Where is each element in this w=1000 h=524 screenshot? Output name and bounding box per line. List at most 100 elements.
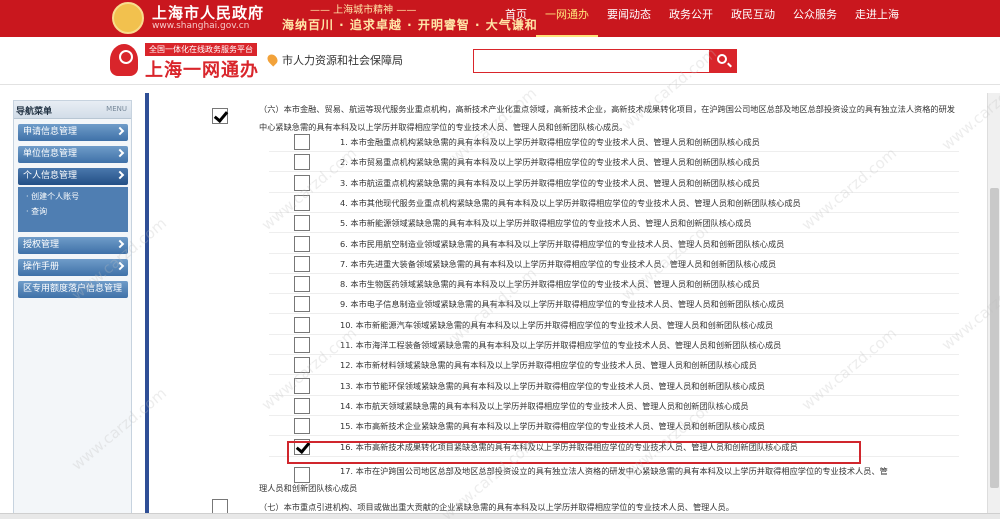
city-spirit-title: —— 上海城市精神 ——	[310, 5, 417, 16]
item17-text-line1: 17. 本市在沪跨国公司地区总部及地区总部投资设立的具有独立法人资格的研发中心紧…	[340, 466, 888, 476]
platform-tag: 全国一体化在线政务服务平台	[145, 43, 257, 56]
item-checkbox[interactable]	[294, 377, 310, 394]
personal-info-submenu: · 创建个人账号 · 查询	[18, 187, 128, 232]
item17-text-line2: 理人员和创新团队核心成员	[259, 483, 358, 493]
sidebar-item-authorization[interactable]: 授权管理	[18, 237, 128, 254]
nav-interaction[interactable]: 政民互动	[722, 0, 784, 37]
nav-home[interactable]: 首页	[496, 0, 536, 37]
sidebar-item-personal-info[interactable]: 个人信息管理	[18, 168, 128, 185]
section7-text: （七）本市重点引进机构、项目或做出重大贡献的企业紧缺急需的具有本科及以上学历并取…	[259, 502, 734, 512]
row-divider	[269, 232, 959, 234]
row-divider	[269, 374, 959, 376]
chevron-right-icon	[115, 148, 125, 158]
nav-public-service[interactable]: 公众服务	[784, 0, 846, 37]
item-checkbox[interactable]	[294, 255, 310, 272]
row-divider	[269, 211, 959, 213]
row-divider	[269, 272, 959, 274]
row-divider	[269, 435, 959, 437]
item-checkbox[interactable]	[294, 316, 310, 333]
section6-checkbox[interactable]	[212, 108, 228, 124]
chevron-right-icon	[115, 239, 125, 249]
item-checkbox[interactable]	[294, 276, 310, 293]
department-name[interactable]: 市人力资源和社会保障局	[282, 52, 403, 68]
sidebar-item-label: 单位信息管理	[23, 149, 78, 159]
sidebar-item-district-quota[interactable]: 区专用额度落户信息管理	[18, 281, 128, 298]
sidebar-title: 导航菜单	[16, 107, 53, 117]
item-checkbox[interactable]	[294, 215, 310, 232]
sidebar-item-label: 操作手册	[23, 262, 60, 272]
search-button[interactable]	[709, 49, 737, 73]
item-text: 13. 本市节能环保领域紧缺急需的具有本科及以上学历并取得相应学位的专业技术人员…	[340, 380, 765, 391]
row-divider	[269, 313, 959, 315]
sidebar-item-company-info[interactable]: 单位信息管理	[18, 146, 128, 163]
nav-news[interactable]: 要闻动态	[598, 0, 660, 37]
row-divider	[269, 333, 959, 335]
row-divider	[269, 354, 959, 355]
item-checkbox[interactable]	[294, 134, 310, 150]
sidebar-item-label: 授权管理	[23, 240, 60, 250]
row-divider	[269, 171, 959, 173]
item-text: 15. 本市高新技术企业紧缺急需的具有本科及以上学历并取得相应学位的专业技术人员…	[340, 421, 765, 432]
item-text: 7. 本市先进重大装备领域紧缺急需的具有本科及以上学历并取得相应学位的专业技术人…	[340, 258, 777, 269]
sidebar-header: 导航菜单 MENU	[14, 101, 131, 119]
sidebar-item-label: 区专用额度落户信息管理	[23, 284, 123, 294]
chevron-right-icon	[115, 126, 125, 136]
item-checkbox[interactable]	[294, 194, 310, 211]
sidebar: 导航菜单 MENU 申请信息管理 单位信息管理 个人信息管理 · 创建个人账号 …	[13, 100, 132, 519]
chevron-right-icon	[115, 170, 125, 180]
section6-text: （六）本市金融、贸易、航运等现代服务业重点机构，高新技术产业化重点领域，高新技术…	[259, 104, 955, 132]
item-text: 8. 本市生物医药领域紧缺急需的具有本科及以上学历并取得相应学位的专业技术人员、…	[340, 279, 760, 290]
yiwangtongban-logo-icon[interactable]	[110, 44, 138, 76]
item-checkbox[interactable]	[294, 154, 310, 171]
portal-name[interactable]: 上海一网通办	[145, 56, 259, 82]
gov-banner: 上海市人民政府 www.shanghai.gov.cn —— 上海城市精神 ——…	[0, 0, 1000, 37]
sidebar-title-en: MENU	[106, 105, 127, 113]
location-pin-icon	[265, 52, 280, 67]
submenu-query[interactable]: · 查询	[18, 204, 128, 219]
item-checkbox[interactable]	[294, 397, 310, 414]
item-text: 12. 本市新材料领域紧缺急需的具有本科及以上学历并取得相应学位的专业技术人员、…	[340, 360, 757, 371]
vertical-scrollbar[interactable]	[987, 93, 1000, 519]
item-checkbox[interactable]	[294, 235, 310, 252]
item-checkbox[interactable]	[294, 296, 310, 313]
item-text: 6. 本市民用航空制造业领域紧缺急需的具有本科及以上学历并取得相应学位的专业技术…	[340, 238, 785, 249]
nav-yiwangtongban[interactable]: 一网通办	[536, 0, 598, 37]
item-text: 1. 本市金融重点机构紧缺急需的具有本科及以上学历并取得相应学位的专业技术人员、…	[340, 137, 760, 147]
gov-url: www.shanghai.gov.cn	[152, 21, 250, 31]
sidebar-item-application-info[interactable]: 申请信息管理	[18, 124, 128, 141]
item-text: 11. 本市海洋工程装备领域紧缺急需的具有本科及以上学历并取得相应学位的专业技术…	[340, 340, 782, 350]
item-checkbox[interactable]	[294, 357, 310, 374]
item17-checkbox[interactable]	[294, 467, 310, 483]
sidebar-item-label: 个人信息管理	[23, 171, 78, 181]
row-divider	[269, 414, 959, 416]
item-checkbox[interactable]	[294, 174, 310, 191]
row-divider	[269, 293, 959, 295]
portal-header: 全国一体化在线政务服务平台 上海一网通办 市人力资源和社会保障局	[0, 37, 1000, 85]
item-text: 4. 本市其他现代服务业重点机构紧缺急需的具有本科及以上学历并取得相应学位的专业…	[340, 197, 801, 208]
search-icon	[717, 54, 727, 64]
search-input[interactable]	[473, 49, 709, 73]
gov-title[interactable]: 上海市人民政府	[152, 2, 264, 23]
selected-item-highlight	[287, 441, 861, 464]
row-divider	[269, 394, 959, 396]
item-checkbox[interactable]	[294, 418, 310, 435]
sidebar-item-manual[interactable]: 操作手册	[18, 259, 128, 276]
item-text: 5. 本市新能源领域紧缺急需的具有本科及以上学历并取得相应学位的专业技术人员、管…	[340, 218, 752, 229]
submenu-create-account[interactable]: · 创建个人账号	[18, 189, 128, 204]
item-text: 2. 本市贸易重点机构紧缺急需的具有本科及以上学历并取得相应学位的专业技术人员、…	[340, 157, 760, 168]
row-divider	[269, 191, 959, 193]
nav-gov-open[interactable]: 政务公开	[660, 0, 722, 37]
horizontal-scrollbar[interactable]	[0, 513, 1000, 519]
row-divider	[269, 151, 959, 152]
top-nav: 首页 一网通办 要闻动态 政务公开 政民互动 公众服务 走进上海	[496, 0, 908, 37]
row-divider	[269, 252, 959, 254]
item-text: 10. 本市新能源汽车领域紧缺急需的具有本科及以上学历并取得相应学位的专业技术人…	[340, 319, 774, 330]
nav-about-shanghai[interactable]: 走进上海	[846, 0, 908, 37]
item-text: 3. 本市航运重点机构紧缺急需的具有本科及以上学历并取得相应学位的专业技术人员、…	[340, 177, 760, 188]
chevron-right-icon	[115, 261, 125, 271]
main-content: （六）本市金融、贸易、航运等现代服务业重点机构，高新技术产业化重点领域，高新技术…	[145, 93, 987, 519]
scrollbar-thumb[interactable]	[990, 188, 999, 488]
item-text: 14. 本市航天领域紧缺急需的具有本科及以上学历并取得相应学位的专业技术人员、管…	[340, 400, 749, 411]
gov-emblem-icon	[112, 2, 144, 34]
item-checkbox[interactable]	[294, 337, 310, 353]
